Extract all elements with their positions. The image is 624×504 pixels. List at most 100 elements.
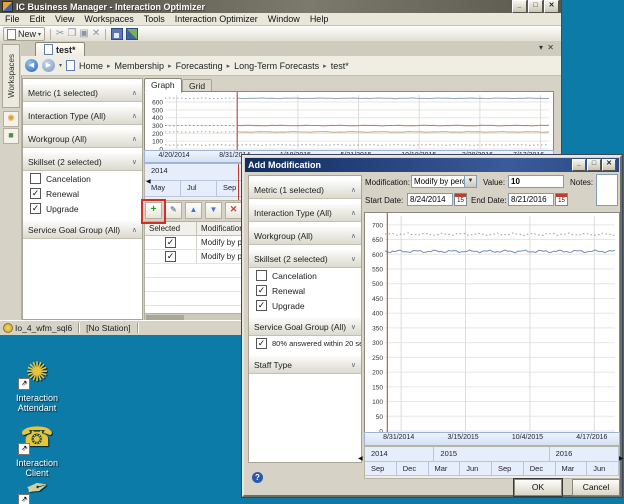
menu-item[interactable]: Window	[263, 14, 305, 24]
skillset-option[interactable]: Upgrade	[249, 298, 361, 313]
breadcrumb-item[interactable]: test*	[331, 61, 349, 71]
skillset-option[interactable]: Renewal	[23, 186, 142, 201]
preview-timeline[interactable]: 201420152016 SepDecMarJunSepDecMarJun	[364, 446, 620, 479]
checkbox[interactable]	[30, 188, 41, 199]
start-date-calendar-icon[interactable]: 15	[454, 193, 467, 206]
modification-label: Modification:	[365, 178, 410, 187]
menu-item[interactable]: Workspaces	[79, 14, 138, 24]
row-checkbox[interactable]	[165, 251, 176, 262]
document-icon	[44, 44, 53, 55]
tab-graph[interactable]: Graph	[144, 78, 182, 93]
checkbox[interactable]	[30, 173, 41, 184]
end-date-calendar-icon[interactable]: 15	[555, 193, 568, 206]
maximize-button[interactable]: □	[528, 0, 543, 13]
dialog-minimize-button[interactable]: _	[572, 159, 586, 171]
filter-section-header-service-goal[interactable]: Service Goal Group (All) ∨	[249, 317, 361, 336]
menu-item[interactable]: Edit	[25, 14, 51, 24]
filter-section-header[interactable]: Interaction Type (All) ∧	[249, 203, 361, 222]
ok-button[interactable]: OK	[514, 479, 562, 496]
filter-section-header[interactable]: Metric (1 selected) ∧	[249, 180, 361, 199]
value-label: Value:	[483, 178, 505, 187]
optimizer-shortcut-icon[interactable]: ■	[3, 128, 19, 144]
filter-section-header-staff-type[interactable]: Staff Type ∨	[249, 355, 361, 374]
breadcrumb-item[interactable]: Long-Term Forecasts	[234, 61, 319, 71]
skillset-option[interactable]: Renewal	[249, 283, 361, 298]
notes-input[interactable]	[596, 174, 618, 206]
skillset-option[interactable]: Cancelation	[23, 171, 142, 186]
cut-icon[interactable]: ✂	[56, 28, 64, 40]
tab-close-icon[interactable]: ✕	[547, 43, 554, 52]
dialog-close-button[interactable]: ✕	[602, 159, 616, 171]
menu-item[interactable]: Interaction Optimizer	[170, 14, 263, 24]
svg-text:450: 450	[372, 296, 383, 303]
help-icon[interactable]: ?	[252, 472, 263, 483]
filter-section-header[interactable]: Workgroup (All) ∧	[23, 129, 142, 148]
breadcrumb-item[interactable]: Home	[79, 61, 103, 71]
row-checkbox[interactable]	[165, 237, 176, 248]
skillset-option[interactable]: Upgrade	[23, 201, 142, 216]
workspace-shortcut-icon[interactable]: ✺	[3, 111, 19, 127]
document-tab[interactable]: test*	[35, 42, 85, 56]
save-icon[interactable]	[111, 28, 123, 40]
minimize-button[interactable]: _	[512, 0, 527, 13]
menu-item[interactable]: View	[50, 14, 79, 24]
skillset-option[interactable]: Cancelation	[249, 268, 361, 283]
checkbox[interactable]	[256, 270, 267, 281]
filter-section-header[interactable]: Interaction Type (All) ∧	[23, 106, 142, 125]
svg-text:300: 300	[152, 123, 163, 130]
add-modification-dialog: Add Modification _ □ ✕ Metric (1 selecte…	[242, 155, 622, 497]
service-goal-option[interactable]: 80% answered within 20 second(s	[249, 336, 361, 351]
value-input[interactable]: 10	[508, 175, 564, 188]
forward-button[interactable]: ▶	[42, 59, 55, 72]
edit-modification-button[interactable]: ✎	[165, 202, 182, 219]
desktop-icon-partial[interactable]: ✒ ↗	[2, 472, 72, 504]
paste-icon[interactable]: ▣	[79, 28, 88, 40]
copy-icon[interactable]: ❐	[67, 28, 76, 40]
modification-preview-chart: 7006506005505004504003503002502001501005…	[364, 212, 620, 434]
move-up-button[interactable]: ▲	[185, 202, 202, 219]
checkbox[interactable]	[30, 203, 41, 214]
tab-list-dropdown-icon[interactable]: ▾	[539, 43, 543, 52]
delete-modification-button[interactable]: ✕	[225, 202, 242, 219]
cancel-button[interactable]: Cancel	[572, 479, 620, 496]
start-date-input[interactable]: 8/24/2014	[407, 193, 453, 206]
history-dropdown-icon[interactable]: ▾	[59, 62, 62, 69]
workspaces-vertical-tab[interactable]: Workspaces	[2, 44, 20, 108]
back-button[interactable]: ◀	[25, 59, 38, 72]
modification-select[interactable]: Modify by percent ▼	[411, 175, 477, 188]
menu-item[interactable]: File	[0, 14, 25, 24]
menu-item[interactable]: Tools	[139, 14, 170, 24]
checkbox[interactable]	[256, 300, 267, 311]
svg-text:200: 200	[152, 131, 163, 138]
timeline-scroll-right-icon[interactable]: ▶	[619, 455, 624, 462]
svg-text:150: 150	[372, 384, 383, 391]
checkbox[interactable]	[256, 285, 267, 296]
dialog-titlebar[interactable]: Add Modification _ □ ✕	[245, 158, 619, 172]
checkbox[interactable]	[256, 338, 267, 349]
breadcrumb-item[interactable]: Forecasting	[176, 61, 223, 71]
filter-section-header-skillset[interactable]: Skillset (2 selected) ∨	[249, 249, 361, 268]
close-button[interactable]: ✕	[544, 0, 559, 13]
new-button[interactable]: New ▾	[3, 27, 45, 41]
dialog-maximize-button[interactable]: □	[587, 159, 601, 171]
desktop-icon-interaction-attendant[interactable]: ✺ ↗ InteractionAttendant	[2, 356, 72, 413]
timeline-month: Jun	[587, 462, 619, 476]
menu-item[interactable]: Help	[305, 14, 334, 24]
move-down-button[interactable]: ▼	[205, 202, 222, 219]
delete-icon[interactable]: ✕	[92, 28, 100, 40]
filter-section-header[interactable]: Workgroup (All) ∧	[249, 226, 361, 245]
svg-text:100: 100	[152, 139, 163, 146]
end-date-input[interactable]: 8/21/2016	[508, 193, 554, 206]
svg-text:550: 550	[372, 267, 383, 274]
timeline-scroll-left-icon[interactable]: ◀	[146, 178, 151, 185]
workspace-icon[interactable]	[126, 28, 138, 40]
svg-text:600: 600	[152, 100, 163, 107]
breadcrumb-item[interactable]: Membership	[115, 61, 165, 71]
filter-section-header-skillset[interactable]: Skillset (2 selected) ∨	[23, 152, 142, 171]
filter-section-header[interactable]: Metric (1 selected) ∧	[23, 83, 142, 102]
combo-dropdown-icon[interactable]: ▼	[464, 176, 476, 187]
desktop-icon-interaction-client[interactable]: ☎ ↗ InteractionClient	[2, 421, 72, 478]
main-titlebar[interactable]: IC Business Manager - Interaction Optimi…	[0, 0, 561, 13]
filter-section-header-service-goal[interactable]: Service Goal Group (All) ∧	[23, 220, 142, 239]
timeline-scroll-left-icon[interactable]: ◀	[358, 455, 363, 462]
